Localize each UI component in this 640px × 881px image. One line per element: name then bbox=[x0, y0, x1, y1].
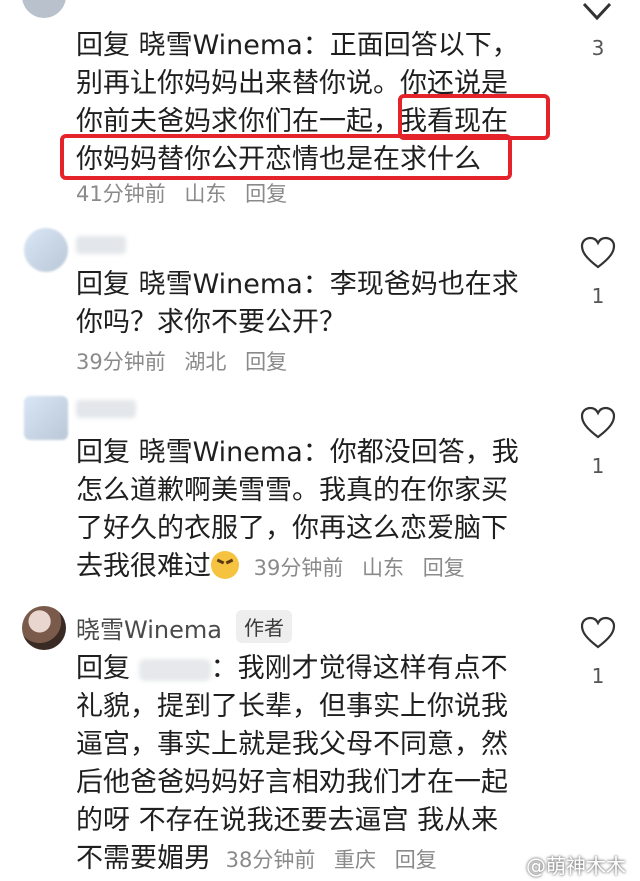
reply-link[interactable]: 回复 bbox=[245, 350, 287, 374]
like-count: 1 bbox=[591, 454, 605, 478]
comment-line: 回复 晓雪Winema：你都没回答，我 bbox=[76, 437, 519, 468]
comment-line: 的呀 不存在说我还要去逼宫 我从来 bbox=[76, 805, 499, 836]
heart-outline-icon[interactable] bbox=[580, 406, 616, 440]
comment-line: 礼貌，提到了长辈，但事实上你说我 bbox=[76, 691, 508, 722]
avatar[interactable] bbox=[24, 396, 68, 440]
tired-face-emoji bbox=[211, 551, 239, 579]
timestamp: 41分钟前 bbox=[76, 182, 166, 206]
comment-line: 逼宫，事实上就是我父母不同意，然 bbox=[76, 729, 508, 760]
like-button[interactable]: 1 bbox=[578, 236, 618, 308]
comment-line: 后他爸爸妈妈好言相劝我们才在一起 bbox=[76, 767, 508, 798]
heart-outline-icon[interactable] bbox=[580, 616, 616, 650]
comment-line: 怎么道歉啊美雪雪。我真的在你家买 bbox=[76, 475, 508, 506]
comment-line: 回复 ：我刚才觉得这样有点不 bbox=[76, 650, 546, 688]
reply-link[interactable]: 回复 bbox=[245, 182, 287, 206]
reply-link[interactable]: 回复 bbox=[423, 556, 465, 580]
like-count: 3 bbox=[591, 36, 605, 60]
comment-line: 不需要媚男 38分钟前 重庆 回复 bbox=[76, 840, 546, 879]
comment-line-text: 去我很难过 bbox=[76, 551, 211, 582]
highlight-box bbox=[60, 134, 512, 180]
comment-meta: 41分钟前 山东 回复 bbox=[76, 178, 299, 208]
comment-meta: 39分钟前 山东 回复 bbox=[254, 556, 477, 580]
comment-text: 回复 ：我刚才觉得这样有点不 礼貌，提到了长辈，但事实上你说我 逼宫，事实上就是… bbox=[76, 650, 546, 879]
like-button[interactable]: 1 bbox=[578, 406, 618, 478]
location: 山东 bbox=[362, 556, 405, 580]
heart-outline-icon[interactable] bbox=[580, 236, 616, 270]
author-badge: 作者 bbox=[236, 610, 292, 643]
like-count: 1 bbox=[591, 664, 605, 688]
author-name[interactable]: 晓雪Winema bbox=[76, 610, 222, 645]
comment-text: 回复 晓雪Winema：李现爸妈也在求 你吗？求你不要公开？ bbox=[76, 266, 546, 342]
comment-meta: 39分钟前 湖北 回复 bbox=[76, 346, 299, 376]
comment-line-text: ：我刚才觉得这样有点不 bbox=[210, 653, 508, 684]
comment-meta: 38分钟前 重庆 回复 bbox=[226, 848, 449, 872]
like-count-area[interactable]: 3 bbox=[578, 36, 618, 60]
blurred-username bbox=[76, 400, 136, 418]
comment-line: 回复 晓雪Winema：正面回答以下， bbox=[76, 30, 519, 61]
blurred-username bbox=[76, 236, 126, 254]
timestamp: 39分钟前 bbox=[76, 350, 166, 374]
avatar[interactable] bbox=[24, 228, 68, 272]
like-button[interactable]: 1 bbox=[578, 616, 618, 688]
avatar[interactable] bbox=[22, 0, 66, 18]
reply-keyword: 回复 bbox=[76, 653, 130, 684]
comment-line-text: 不需要媚男 bbox=[76, 843, 211, 874]
reply-link[interactable]: 回复 bbox=[395, 848, 437, 872]
timestamp: 38分钟前 bbox=[225, 848, 316, 872]
comment-line: 你吗？求你不要公开？ bbox=[76, 307, 346, 338]
watermark: @萌神木木 bbox=[526, 854, 626, 878]
blurred-username bbox=[138, 658, 211, 681]
chevron-down-icon[interactable] bbox=[580, 0, 614, 28]
timestamp: 39分钟前 bbox=[253, 556, 344, 580]
location: 山东 bbox=[184, 182, 227, 206]
comment-line: 了好久的衣服了，你再这么恋爱脑下 bbox=[76, 513, 508, 544]
comment-line: 去我很难过 39分钟前 山东 回复 bbox=[76, 548, 546, 587]
location: 湖北 bbox=[184, 350, 227, 374]
location: 重庆 bbox=[334, 848, 377, 872]
comment-line: 回复 晓雪Winema：李现爸妈也在求 bbox=[76, 269, 519, 300]
avatar[interactable] bbox=[22, 606, 66, 650]
like-count: 1 bbox=[591, 284, 605, 308]
comment-text: 回复 晓雪Winema：你都没回答，我 怎么道歉啊美雪雪。我真的在你家买 了好久… bbox=[76, 434, 546, 587]
